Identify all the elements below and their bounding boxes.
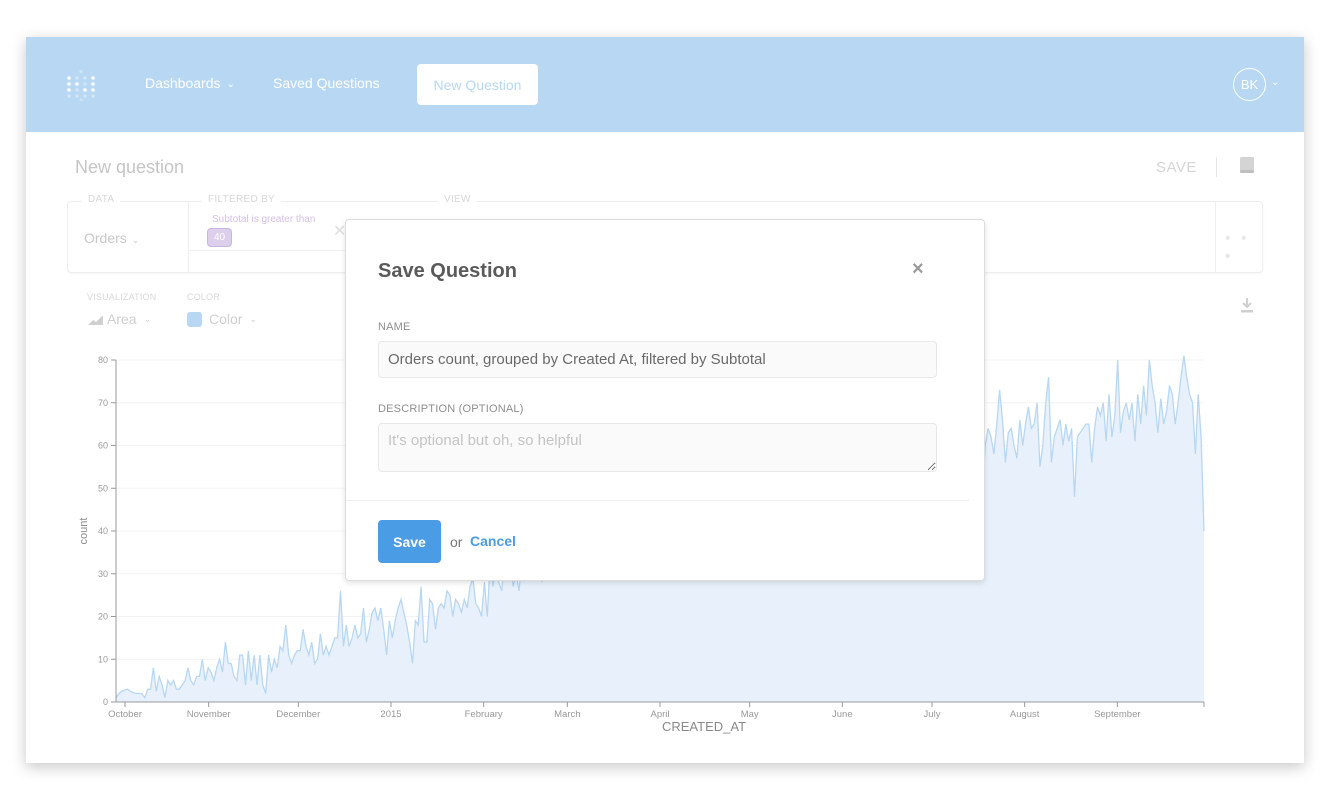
new-question-button[interactable]: New Question <box>417 64 538 105</box>
x-tick-label: February <box>465 709 503 720</box>
filter-section-label: FILTERED BY <box>202 194 282 205</box>
color-value: Color <box>209 311 243 327</box>
x-axis-label: CREATED_AT <box>662 719 746 734</box>
y-axis-label: count <box>78 518 90 545</box>
x-tick-label: December <box>276 709 320 720</box>
modal-divider <box>346 500 969 501</box>
area-chart-icon <box>88 314 103 325</box>
top-navbar: Dashboards ⌄ Saved Questions New Question… <box>26 37 1304 132</box>
visualization-label: VISUALIZATION <box>87 292 157 302</box>
filter-value-badge[interactable]: 40 <box>207 228 232 247</box>
header-divider <box>1216 157 1217 177</box>
nav-dashboards[interactable]: Dashboards ⌄ <box>145 75 235 91</box>
x-tick-label: June <box>832 709 853 720</box>
y-tick-label: 70 <box>98 398 108 408</box>
user-avatar[interactable]: BK <box>1233 68 1266 101</box>
y-tick-label: 20 <box>98 612 108 622</box>
description-label: DESCRIPTION (OPTIONAL) <box>378 403 524 415</box>
chevron-down-icon: ⌄ <box>249 313 258 324</box>
filter-description[interactable]: Subtotal is greater than <box>212 214 315 225</box>
x-tick-label: March <box>554 709 580 720</box>
data-source-select[interactable]: Orders ⌄ <box>84 230 139 246</box>
color-swatch <box>187 311 202 327</box>
name-label: NAME <box>378 321 411 333</box>
nav-saved-questions[interactable]: Saved Questions <box>273 75 380 91</box>
x-tick-label: September <box>1094 709 1140 720</box>
chevron-down-icon: ⌄ <box>143 313 152 324</box>
page-title: New question <box>75 157 185 177</box>
description-input[interactable] <box>378 423 937 472</box>
x-tick-label: November <box>187 709 231 720</box>
x-tick-label: 2015 <box>380 709 401 720</box>
cancel-link[interactable]: Cancel <box>470 533 516 549</box>
y-tick-label: 10 <box>98 654 108 664</box>
download-icon[interactable] <box>1240 297 1254 314</box>
x-tick-label: August <box>1010 709 1040 720</box>
color-label: COLOR <box>187 292 221 302</box>
modal-title: Save Question <box>378 260 517 282</box>
x-tick-label: July <box>924 709 941 720</box>
section-divider <box>1215 202 1216 272</box>
x-tick-label: October <box>108 709 142 720</box>
save-button[interactable]: SAVE <box>1156 159 1197 176</box>
x-tick-label: April <box>650 709 669 720</box>
data-section-label: DATA <box>82 194 121 205</box>
visualization-select[interactable]: Area ⌄ <box>88 311 151 327</box>
modal-save-button[interactable]: Save <box>378 520 441 563</box>
y-tick-label: 40 <box>98 526 108 536</box>
section-divider <box>188 202 189 272</box>
x-tick-label: May <box>741 709 759 720</box>
app-window: Dashboards ⌄ Saved Questions New Question… <box>26 37 1304 763</box>
y-tick-label: 60 <box>98 441 108 451</box>
chevron-down-icon: ⌄ <box>226 79 235 90</box>
save-question-modal: Save Question × NAME DESCRIPTION (OPTION… <box>345 219 985 581</box>
color-select[interactable]: Color ⌄ <box>187 311 257 327</box>
nav-dashboards-label: Dashboards <box>145 75 221 91</box>
visualization-value: Area <box>107 311 137 327</box>
metabase-logo-icon[interactable] <box>66 69 96 102</box>
chevron-down-icon[interactable]: ⌄ <box>1271 77 1279 88</box>
data-source-value: Orders <box>84 230 127 246</box>
book-icon[interactable] <box>1239 157 1255 174</box>
close-icon[interactable]: × <box>912 258 924 281</box>
chevron-down-icon: ⌄ <box>131 235 140 245</box>
y-tick-label: 0 <box>103 697 108 707</box>
view-section-label: VIEW <box>438 194 477 205</box>
y-tick-label: 30 <box>98 569 108 579</box>
more-options-icon[interactable]: • • • <box>1225 230 1262 266</box>
y-tick-label: 50 <box>98 483 108 493</box>
name-input[interactable] <box>378 341 937 378</box>
or-text: or <box>450 534 463 550</box>
y-tick-label: 80 <box>98 355 108 365</box>
